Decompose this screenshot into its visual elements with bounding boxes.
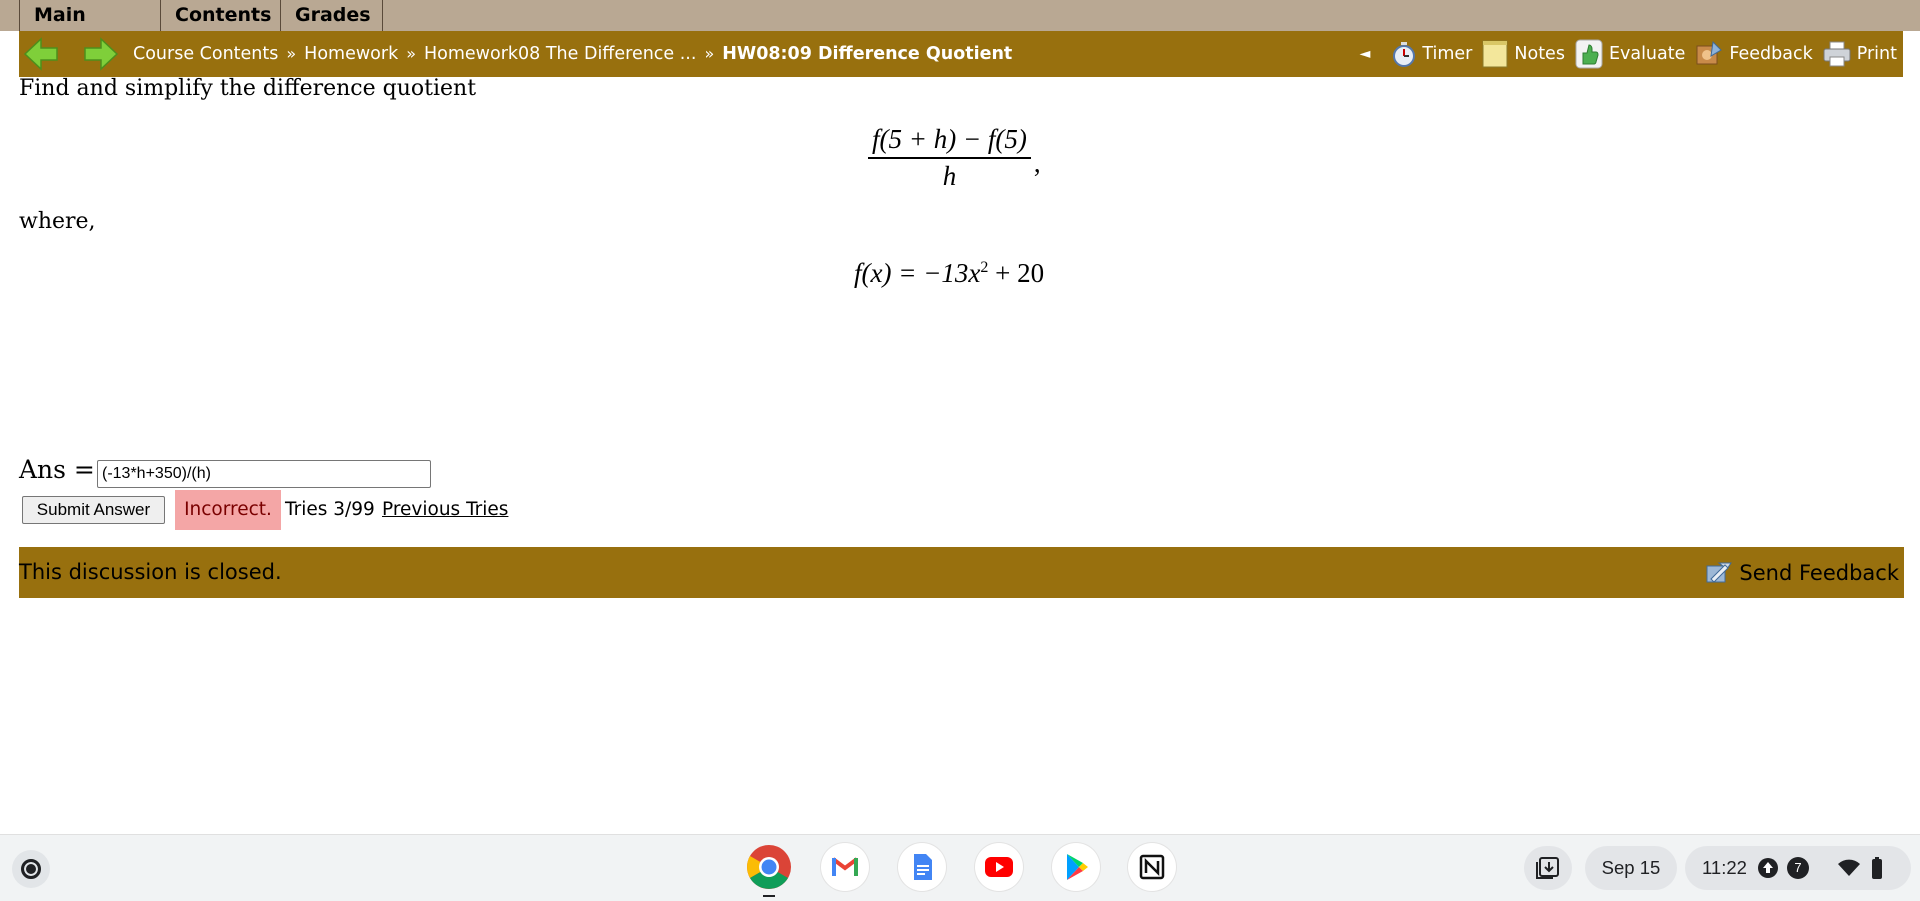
active-app-indicator (763, 895, 775, 897)
breadcrumb-current: HW08:09 Difference Quotient (722, 44, 1013, 64)
tote-icon (1536, 857, 1559, 879)
battery-icon (1871, 857, 1882, 879)
contents-tab[interactable]: Contents (161, 0, 281, 31)
fraction-comma: , (1033, 147, 1041, 178)
answer-input[interactable] (97, 460, 431, 488)
navigation-bar: Course Contents » Homework » Homework08 The … (19, 31, 1903, 77)
timer-label: Timer (1422, 44, 1473, 64)
function-rhs: + 20 (988, 258, 1045, 288)
top-menu: Main Menu Contents Grades (0, 0, 1920, 56)
holding-space-button[interactable] (1524, 846, 1572, 890)
problem-prompt: Find and simplify the difference quotien… (19, 76, 477, 101)
function-definition: f(x) = −13x2 + 20 (854, 258, 1044, 289)
notes-label: Notes (1514, 44, 1565, 64)
feedback-button[interactable]: Feedback (1695, 40, 1813, 68)
collapse-toolbar-button[interactable]: ◄ (1360, 46, 1371, 62)
forward-arrow-icon[interactable] (83, 36, 119, 72)
breadcrumb-separator: » (704, 44, 715, 63)
time-text: 11:22 (1702, 857, 1747, 878)
submit-answer-button[interactable]: Submit Answer (22, 496, 165, 524)
play-store-icon[interactable] (1052, 843, 1100, 891)
thumbs-up-icon (1575, 39, 1603, 69)
breadcrumb-separator: » (406, 44, 416, 63)
send-feedback-button[interactable]: Send Feedback (1705, 547, 1899, 598)
main-menu-tab[interactable]: Main Menu (19, 0, 161, 56)
grades-tab[interactable]: Grades (281, 0, 383, 31)
date-text: Sep 15 (1601, 857, 1661, 878)
fraction-denominator: h (942, 161, 957, 191)
feedback-icon (1696, 40, 1723, 65)
breadcrumb: Course Contents » Homework » Homework08 The … (133, 31, 1012, 77)
docs-icon[interactable] (898, 843, 946, 891)
evaluate-button[interactable]: Evaluate (1575, 39, 1685, 69)
youtube-icon[interactable] (975, 843, 1023, 891)
back-arrow-icon[interactable] (23, 36, 59, 72)
fraction-numerator: f(5 + h) − f(5) (872, 124, 1027, 154)
feedback-label: Feedback (1729, 44, 1813, 64)
breadcrumb-homework08[interactable]: Homework08 The Difference ... (424, 31, 696, 77)
wifi-icon (1837, 859, 1860, 876)
answer-label: Ans = (19, 455, 95, 484)
print-label: Print (1856, 44, 1897, 64)
print-button[interactable]: Print (1823, 41, 1897, 67)
notion-icon[interactable] (1128, 843, 1176, 891)
toolbar: ◄ Timer Notes Evaluate Feedback Print (1360, 31, 1897, 77)
printer-icon (1823, 41, 1851, 67)
stopwatch-icon (1393, 42, 1416, 67)
previous-tries-link[interactable]: Previous Tries (382, 490, 508, 530)
discussion-closed-text: This discussion is closed. (19, 560, 282, 584)
notes-button[interactable]: Notes (1482, 40, 1565, 68)
status-area-button[interactable]: 11:22 7 (1685, 846, 1911, 890)
send-feedback-icon (1706, 562, 1733, 583)
notes-icon (1482, 40, 1508, 68)
system-shelf: Sep 15 11:22 7 (0, 834, 1920, 901)
function-lhs: f(x) = −13x (854, 258, 981, 288)
chrome-icon[interactable] (745, 843, 793, 891)
upload-icon (1757, 858, 1778, 878)
send-feedback-label: Send Feedback (1739, 560, 1899, 585)
notification-count-badge: 7 (1786, 857, 1809, 879)
discussion-bar: This discussion is closed. Send Feedback (19, 547, 1904, 598)
evaluate-label: Evaluate (1608, 44, 1686, 64)
where-text: where, (19, 209, 96, 234)
timer-button[interactable]: Timer (1392, 41, 1472, 67)
launcher-icon[interactable] (12, 850, 50, 888)
breadcrumb-separator: » (286, 44, 297, 63)
tries-count: Tries 3/99 (285, 499, 375, 520)
breadcrumb-homework[interactable]: Homework (304, 31, 398, 77)
difference-quotient-formula: f(5 + h) − f(5) h , (868, 124, 1041, 192)
incorrect-status-badge: Incorrect. (175, 490, 281, 530)
breadcrumb-course-contents[interactable]: Course Contents (133, 31, 278, 77)
gmail-icon[interactable] (821, 843, 869, 891)
date-button[interactable]: Sep 15 (1585, 846, 1677, 890)
